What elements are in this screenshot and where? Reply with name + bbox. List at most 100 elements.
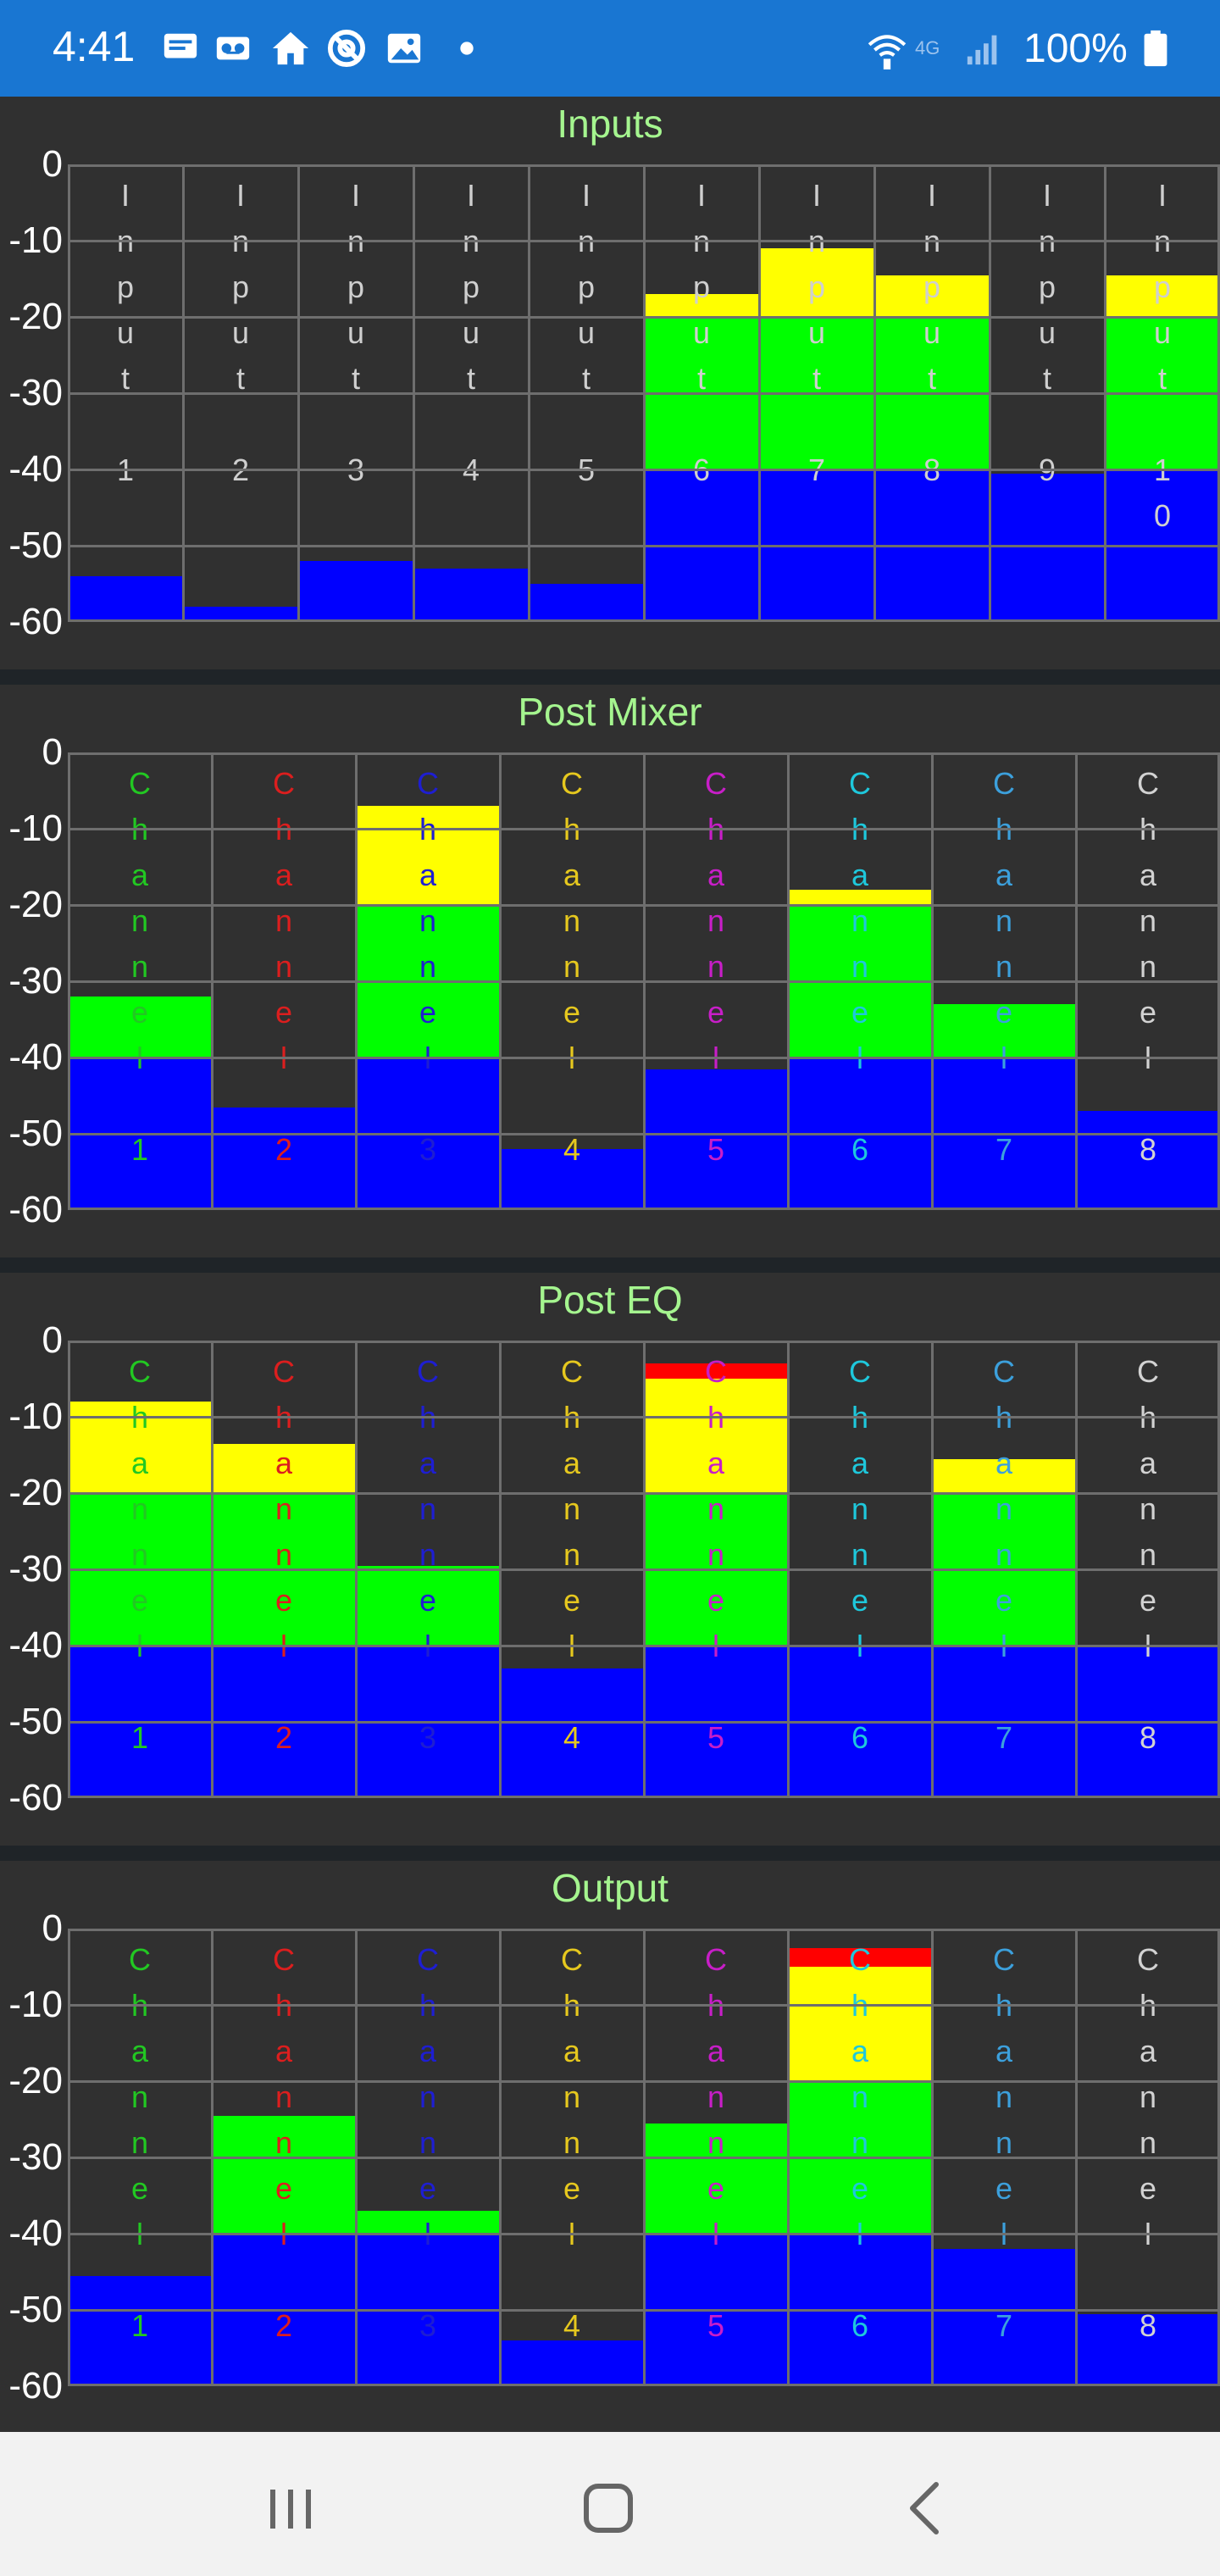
y-axis-label: 0	[42, 1907, 63, 1949]
meter-label: I n p u t 9	[1038, 178, 1056, 487]
gridline-vertical	[413, 164, 415, 622]
y-axis-label: -30	[8, 960, 63, 1002]
meter-label: C h a n n e l 3	[417, 1942, 439, 2343]
meter-label: C h a n n e l 5	[705, 1354, 727, 1755]
meter-grid: C h a n n e l 1 C h a n n e l 2 C h a n n …	[68, 1341, 1220, 1798]
meter-label: C h a n n e l 1	[129, 766, 151, 1167]
panel-title: Output	[551, 1866, 669, 1910]
at-sign-icon	[327, 29, 366, 68]
home-button[interactable]	[557, 2466, 659, 2551]
meter-label: C h a n n e l 4	[561, 1942, 583, 2343]
y-axis-label: -10	[8, 219, 63, 261]
meter-label: C h a n n e l 2	[273, 1942, 295, 2343]
meter-label: C h a n n e l 7	[993, 1354, 1015, 1755]
y-axis-label: -30	[8, 2136, 63, 2178]
gridline-vertical	[931, 1341, 934, 1798]
meter-grid: I n p u t 1 I n p u t 2 I n p u t 3 I n p u…	[68, 164, 1220, 622]
y-axis-label: 0	[42, 143, 63, 185]
meter-label: C h a n n e l 3	[417, 1354, 439, 1755]
post-eq-panel: Post EQ C h a n n e l 1C h a n n e l 2C …	[0, 1273, 1220, 1846]
meter-label: C h a n n e l 4	[561, 766, 583, 1167]
y-axis-label: -40	[8, 1036, 63, 1078]
y-axis-label: -10	[8, 1984, 63, 2025]
gridline-vertical	[499, 1929, 502, 2386]
meter-grid: C h a n n e l 1 C h a n n e l 2 C h a n n …	[68, 1929, 1220, 2386]
gridline-vertical	[355, 1929, 358, 2386]
gridline-vertical	[643, 1341, 646, 1798]
y-axis-label: -40	[8, 448, 63, 490]
level-segment	[990, 473, 1105, 622]
output-panel: Output C h a n n e l 1C h a n n e l 2C h…	[0, 1861, 1220, 2434]
gridline-vertical	[182, 164, 185, 622]
meter-label: C h a n n e l 8	[1137, 766, 1159, 1167]
gridline-vertical	[787, 1341, 790, 1798]
gridline-vertical	[758, 164, 761, 622]
meter-label: I n p u t 2	[231, 178, 250, 487]
network-type: 4G	[915, 37, 940, 58]
y-axis-label: 0	[42, 1319, 63, 1361]
back-button[interactable]	[875, 2466, 977, 2551]
gridline-vertical	[499, 752, 502, 1210]
status-time: 4:41	[53, 23, 136, 70]
gridline-vertical	[873, 164, 876, 622]
y-axis-label: -50	[8, 1113, 63, 1154]
gridline-vertical	[989, 164, 991, 622]
y-axis-label: -50	[8, 2289, 63, 2330]
panel-title: Inputs	[557, 102, 663, 146]
y-axis-label: -10	[8, 808, 63, 849]
gridline-vertical	[1104, 164, 1106, 622]
gridline-vertical	[211, 752, 214, 1210]
meter-label: I n p u t 1 0	[1153, 178, 1172, 533]
gridline-vertical	[1075, 1341, 1078, 1798]
level-segment	[68, 576, 183, 622]
voicemail-icon	[216, 36, 250, 60]
level-segment	[413, 569, 529, 622]
meters-screen: Inputs I n p u t 1 I n p u t 2 I n p u t 3…	[0, 97, 1220, 2434]
y-axis-label: -20	[8, 2060, 63, 2101]
dot-icon	[460, 42, 474, 55]
post-mixer-panel: Post Mixer C h a n n e l 1 C h a n n e l …	[0, 685, 1220, 1257]
y-axis-label: -60	[8, 601, 63, 642]
home-icon	[272, 31, 309, 65]
gridline-vertical	[643, 164, 646, 622]
gridline-vertical	[211, 1929, 214, 2386]
status-bar: 4:41 4G 100%	[0, 0, 1220, 97]
meter-label: C h a n n e l 2	[273, 766, 295, 1167]
meter-label: C h a n n e l 5	[705, 1942, 727, 2343]
panel-title: Post Mixer	[518, 690, 702, 734]
battery-percent: 100%	[1023, 26, 1128, 71]
wifi-calling-icon	[868, 35, 907, 69]
recent-apps-button[interactable]	[240, 2466, 341, 2551]
gridline-vertical	[297, 164, 300, 622]
gridline-vertical	[499, 1341, 502, 1798]
gridline-vertical	[643, 1929, 646, 2386]
y-axis-label: -20	[8, 1472, 63, 1513]
meter-label: C h a n n e l 2	[273, 1354, 295, 1755]
gridline-vertical	[931, 1929, 934, 2386]
image-icon	[387, 33, 421, 64]
y-axis-label: -60	[8, 2365, 63, 2407]
meter-label: C h a n n e l 7	[993, 766, 1015, 1167]
meter-label: C h a n n e l 4	[561, 1354, 583, 1755]
gridline-vertical	[355, 1341, 358, 1798]
gridline-vertical	[68, 1341, 70, 1798]
y-axis-label: 0	[42, 731, 63, 773]
panel-title: Post EQ	[537, 1278, 683, 1322]
meter-label: I n p u t 8	[923, 178, 941, 487]
y-axis-label: -60	[8, 1189, 63, 1230]
gridline-vertical	[68, 752, 70, 1210]
meter-label: C h a n n e l 1	[129, 1942, 151, 2343]
y-axis-label: -50	[8, 1701, 63, 1742]
gridline-vertical	[355, 752, 358, 1210]
gridline-vertical	[787, 1929, 790, 2386]
cellular-signal-icon	[967, 35, 997, 65]
meter-label: I n p u t 5	[577, 178, 596, 487]
meter-label: C h a n n e l 6	[849, 766, 871, 1167]
battery-icon	[1144, 30, 1167, 67]
gridline-vertical	[68, 1929, 70, 2386]
y-axis-label: -60	[8, 1777, 63, 1818]
gridline-vertical	[68, 164, 70, 622]
y-axis-label: -20	[8, 296, 63, 337]
meter-label: I n p u t 4	[462, 178, 480, 487]
meter-label: C h a n n e l 6	[849, 1354, 871, 1755]
